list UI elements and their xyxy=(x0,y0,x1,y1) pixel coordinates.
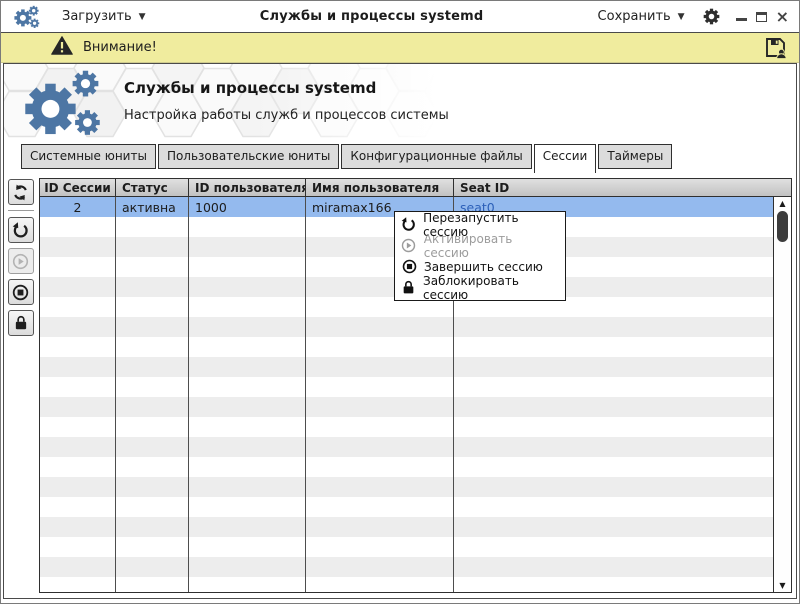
lock-icon xyxy=(401,280,416,295)
window-controls: × xyxy=(735,8,789,24)
table-row xyxy=(40,497,773,517)
session-toolbar xyxy=(4,174,37,598)
restart-icon xyxy=(401,217,416,232)
window-title: Службы и процессы systemd xyxy=(259,9,484,24)
column-header-user-id[interactable]: ID пользователя xyxy=(189,179,306,196)
app-gears-logo xyxy=(18,69,116,144)
scrollbar-thumb[interactable] xyxy=(777,211,788,242)
toolbar-separator xyxy=(7,210,34,212)
maximize-button[interactable] xyxy=(755,11,767,22)
chevron-down-icon: ▼ xyxy=(138,11,146,22)
tab-timers[interactable]: Таймеры xyxy=(598,144,673,169)
load-menu-label: Загрузить xyxy=(62,9,132,24)
warning-text: Внимание! xyxy=(83,40,157,55)
minimize-button[interactable] xyxy=(735,18,747,21)
column-header-status[interactable]: Статус xyxy=(116,179,189,196)
tab-system-units[interactable]: Системные юниты xyxy=(21,144,156,169)
column-header-seat-id[interactable]: Seat ID xyxy=(454,179,791,196)
table-row xyxy=(40,437,773,457)
table-row xyxy=(40,477,773,497)
terminate-session-button[interactable] xyxy=(7,279,34,305)
warning-triangle-icon xyxy=(51,36,73,59)
refresh-sessions-button[interactable] xyxy=(7,179,34,205)
table-row xyxy=(40,337,773,357)
restart-session-button[interactable] xyxy=(7,217,34,243)
restart-icon xyxy=(12,221,28,238)
play-circle-icon xyxy=(401,238,417,253)
menu-item-lock-session[interactable]: Заблокировать сессию xyxy=(395,274,565,302)
cell-status: активна xyxy=(116,197,189,217)
lock-session-button[interactable] xyxy=(7,310,34,336)
menu-item-label: Заблокировать сессию xyxy=(423,273,519,302)
app-window: Загрузить ▼ Службы и процессы systemd Со… xyxy=(0,0,800,604)
tab-config-files[interactable]: Конфигурационные файлы xyxy=(341,144,532,169)
save-menu-button[interactable]: Сохранить ▼ xyxy=(598,9,685,24)
tab-sessions[interactable]: Сессии xyxy=(533,144,597,173)
stop-circle-icon xyxy=(401,259,417,274)
table-row xyxy=(40,397,773,417)
save-session-state-icon[interactable] xyxy=(764,36,787,59)
sessions-panel: ID Сессии Статус ID пользователя Имя пол… xyxy=(4,174,796,598)
activate-session-button xyxy=(7,248,34,274)
page-subtitle: Настройка работы служб и процессов систе… xyxy=(124,108,449,123)
scroll-down-icon[interactable]: ▼ xyxy=(779,579,785,592)
settings-gear-button[interactable] xyxy=(703,8,720,25)
menu-item-activate-session: Активировать сессию xyxy=(395,232,565,260)
menu-item-label: Активировать сессию xyxy=(423,231,513,260)
column-header-session-id[interactable]: ID Сессии xyxy=(40,179,116,196)
page-title: Службы и процессы systemd xyxy=(124,79,377,97)
chevron-down-icon: ▼ xyxy=(677,11,685,22)
table-row xyxy=(40,357,773,377)
save-menu-label: Сохранить xyxy=(597,9,671,24)
scroll-up-icon[interactable]: ▲ xyxy=(779,197,785,210)
table-row xyxy=(40,577,773,592)
vertical-scrollbar[interactable]: ▲ ▼ xyxy=(773,197,791,592)
table-row xyxy=(40,377,773,397)
lock-icon xyxy=(14,315,27,331)
table-row xyxy=(40,417,773,437)
page-header: Службы и процессы systemd Настройка рабо… xyxy=(4,64,796,144)
table-row xyxy=(40,537,773,557)
app-gears-icon xyxy=(13,4,40,30)
cell-session-id: 2 xyxy=(40,197,116,217)
content-frame: Службы и процессы systemd Настройка рабо… xyxy=(3,63,797,599)
play-circle-icon xyxy=(12,253,29,269)
table-row xyxy=(40,317,773,337)
session-context-menu: Перезапустить сессию Активировать сессию… xyxy=(394,211,566,302)
table-row xyxy=(40,557,773,577)
table-row xyxy=(40,517,773,537)
load-menu-button[interactable]: Загрузить ▼ xyxy=(62,9,146,24)
cell-user-id: 1000 xyxy=(189,197,306,217)
close-button[interactable]: × xyxy=(776,8,789,24)
titlebar: Загрузить ▼ Службы и процессы systemd Со… xyxy=(1,1,799,33)
column-header-user-name[interactable]: Имя пользователя xyxy=(306,179,454,196)
table-header-row: ID Сессии Статус ID пользователя Имя пол… xyxy=(40,179,791,197)
menu-item-label: Завершить сессию xyxy=(424,259,543,274)
table-row xyxy=(40,457,773,477)
tab-bar: Системные юниты Пользовательские юниты К… xyxy=(4,144,796,174)
tab-user-units[interactable]: Пользовательские юниты xyxy=(157,144,340,169)
refresh-icon xyxy=(14,183,27,201)
stop-circle-icon xyxy=(12,284,29,300)
warning-banner: Внимание! xyxy=(1,33,799,63)
